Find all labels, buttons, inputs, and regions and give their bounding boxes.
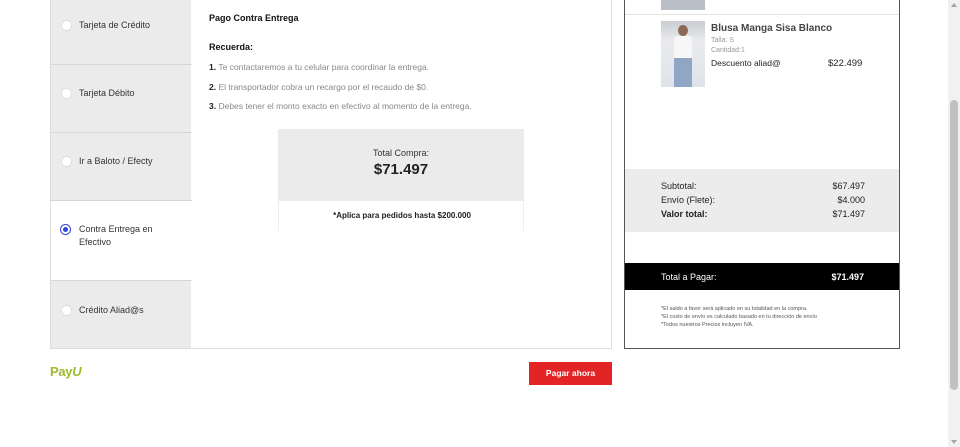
product-price: $22.499 (828, 58, 863, 69)
step-item: 3. Debes tener el monto exacto en efecti… (209, 101, 472, 111)
fine-print: *Todos nuestros Precios incluyen IVA. (661, 322, 754, 328)
payu-logo: PayU (50, 364, 82, 379)
order-summary: Blusa Manga Sisa Blanco Talla: S Cantida… (624, 0, 900, 349)
product-image (661, 21, 705, 87)
radio-button[interactable] (61, 88, 72, 99)
radio-button[interactable] (61, 156, 72, 167)
payment-methods-panel: Tarjeta de Crédito Tarjeta Débito Ir a B… (50, 0, 192, 349)
discount-label: Descuento aliad@ (711, 58, 781, 68)
payment-title: Pago Contra Entrega (209, 13, 299, 23)
method-credito-aliados[interactable]: Crédito Aliad@s (51, 281, 192, 349)
total-to-pay-value: $71.497 (831, 272, 864, 282)
remember-heading: Recuerda: (209, 42, 254, 52)
scroll-up-icon[interactable] (951, 3, 957, 7)
method-credit-card[interactable]: Tarjeta de Crédito (51, 0, 192, 65)
radio-button[interactable] (61, 305, 72, 316)
total-to-pay-bar: Total a Pagar: $71.497 (625, 263, 899, 290)
product-name: Blusa Manga Sisa Blanco (711, 23, 833, 34)
limit-note: *Aplica para pedidos hasta $200.000 (333, 211, 471, 220)
radio-button[interactable] (61, 20, 72, 31)
total-purchase-box: Total Compra: $71.497 (278, 129, 524, 201)
step-item: 1. Te contactaremos a tu celular para co… (209, 62, 430, 72)
method-label: Crédito Aliad@s (79, 305, 144, 315)
total-purchase-label: Total Compra: (372, 148, 430, 158)
method-label: Contra Entrega en Efectivo (79, 224, 153, 247)
radio-button-selected[interactable] (61, 225, 70, 234)
scrollbar-thumb[interactable] (950, 100, 958, 390)
scroll-down-icon[interactable] (951, 440, 957, 444)
total-to-pay-label: Total a Pagar: (661, 272, 717, 282)
product-quantity: Cantidad:1 (711, 47, 745, 54)
pay-now-button[interactable]: Pagar ahora (529, 362, 612, 385)
method-label: Tarjeta de Crédito (79, 20, 151, 30)
product-size: Talla: S (711, 37, 734, 44)
total-purchase-value: $71.497 (373, 161, 429, 178)
method-label: Ir a Baloto / Efecty (79, 156, 153, 166)
payment-details: Pago Contra Entrega Recuerda: 1. Te cont… (191, 0, 612, 349)
fine-print: *El saldo a favor será aplicado en su to… (661, 306, 808, 312)
method-debit-card[interactable]: Tarjeta Débito (51, 65, 192, 133)
totals-box: Subtotal: $67.497 Envío (Flete): $4.000 Va… (625, 169, 899, 232)
method-label: Tarjeta Débito (79, 88, 135, 98)
previous-product-image (661, 0, 705, 10)
divider (50, 348, 612, 349)
scrollbar[interactable] (948, 0, 960, 447)
note-box: *Aplica para pedidos hasta $200.000 (278, 201, 524, 231)
method-cash-on-delivery[interactable]: Contra Entrega en Efectivo (51, 201, 192, 281)
step-item: 2. El transportador cobra un recargo por… (209, 82, 429, 92)
divider (625, 14, 899, 15)
fine-print: *El costo de envío es calculado basado e… (661, 314, 817, 320)
method-baloto-efecty[interactable]: Ir a Baloto / Efecty (51, 133, 192, 201)
